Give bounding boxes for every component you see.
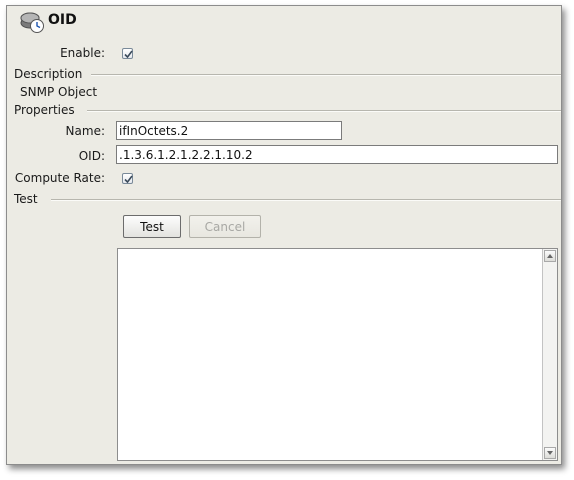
test-button[interactable]: Test: [123, 215, 181, 238]
enable-checkbox[interactable]: [122, 48, 133, 59]
test-output-area[interactable]: [117, 248, 558, 461]
vertical-scrollbar[interactable]: [542, 249, 557, 460]
snmp-oid-icon: [19, 10, 45, 34]
cancel-button[interactable]: Cancel: [189, 215, 261, 238]
oid-editor-panel: OID Enable: Description SNMP Object Prop…: [6, 5, 562, 465]
name-field[interactable]: [116, 121, 342, 140]
properties-section-title: Properties: [14, 103, 75, 117]
compute-rate-checkbox[interactable]: [122, 173, 133, 184]
description-text: SNMP Object: [20, 85, 98, 99]
test-separator: [51, 199, 561, 201]
properties-separator: [87, 110, 561, 112]
window-title: OID: [48, 12, 77, 28]
test-section-title: Test: [14, 192, 38, 206]
scroll-up-button[interactable]: [544, 250, 556, 262]
arrow-down-icon: [547, 451, 553, 455]
description-section-title: Description: [14, 67, 83, 81]
description-separator: [91, 74, 561, 76]
checkmark-icon: [124, 50, 133, 59]
compute-rate-label: Compute Rate:: [14, 171, 105, 185]
enable-label: Enable:: [60, 46, 105, 60]
oid-label: OID:: [78, 149, 105, 163]
arrow-up-icon: [547, 254, 553, 258]
name-label: Name:: [65, 124, 105, 138]
oid-field[interactable]: [116, 145, 558, 164]
checkmark-icon: [124, 175, 133, 184]
scroll-down-button[interactable]: [544, 447, 556, 459]
